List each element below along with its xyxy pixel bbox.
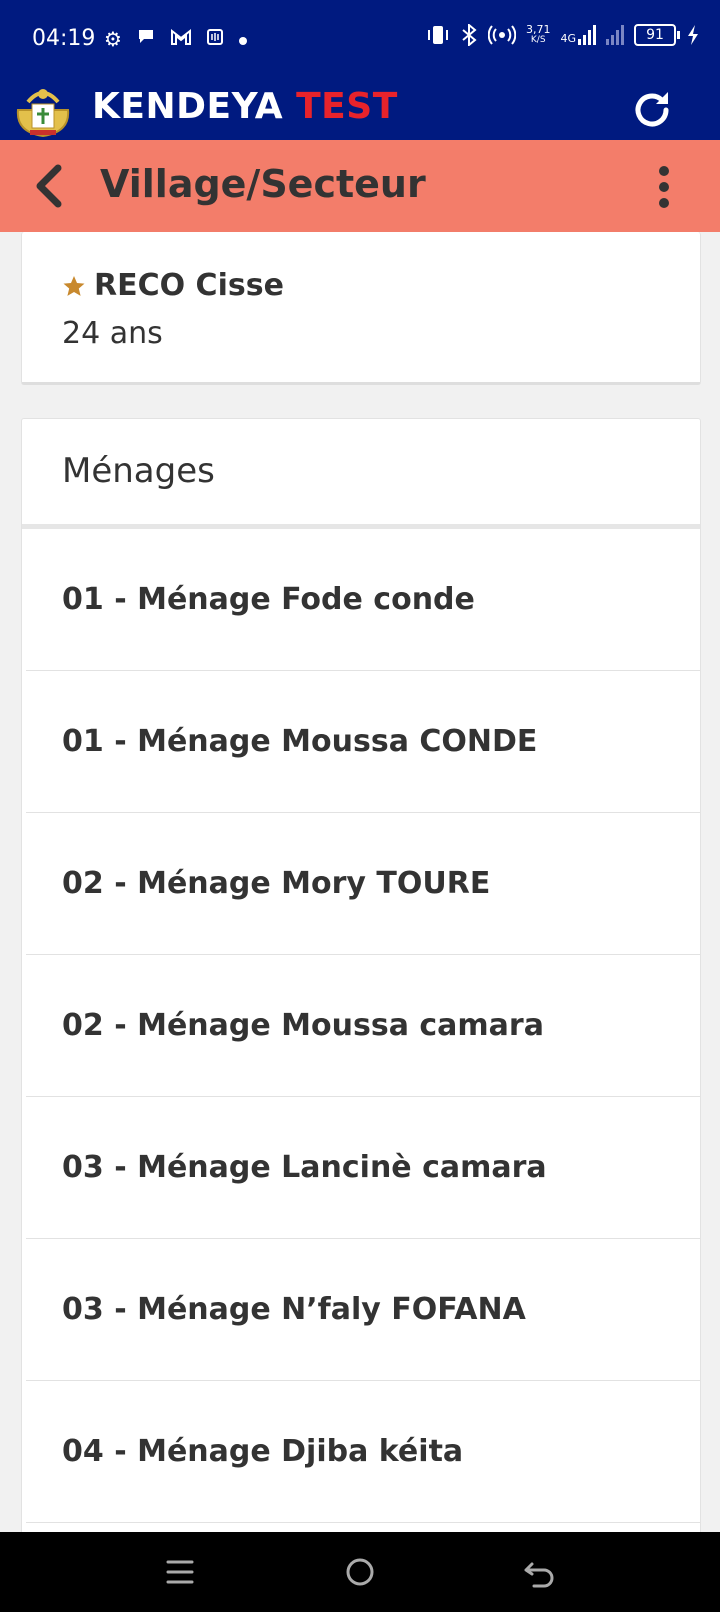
list-item[interactable]: 03 - Ménage N’faly FOFANA [26, 1239, 700, 1381]
page-title: Village/Secteur [100, 162, 426, 206]
brand-name: KENDEYA [92, 86, 284, 127]
refresh-icon[interactable] [628, 86, 676, 134]
charging-icon [688, 25, 698, 45]
reco-name-row: RECO Cisse [62, 268, 284, 303]
home-button[interactable] [340, 1554, 380, 1590]
brand-env: TEST [296, 86, 398, 127]
gmail-icon [170, 27, 192, 51]
coat-of-arms-logo [16, 89, 70, 138]
system-nav-bar [0, 1532, 720, 1612]
menages-header: Ménages [22, 419, 700, 529]
settings-icon: ⚙ [104, 26, 122, 51]
system-icons: 3,71 K/S 4G 91 [426, 24, 700, 46]
network-speed-unit: K/S [530, 35, 546, 45]
list-item[interactable]: 02 - Ménage Moussa camara [26, 955, 700, 1097]
status-bar: 04:19 ⚙ 3,71 K/S 4G 91 [0, 0, 720, 80]
list-item[interactable]: 04 - Ménage Djiba kéita [26, 1381, 700, 1523]
notification-icons: ⚙ [104, 26, 248, 51]
chat-icon [136, 26, 156, 51]
page-toolbar: Village/Secteur [0, 140, 720, 232]
app-header: KENDEYA TEST [0, 80, 720, 140]
app-brand: KENDEYA TEST [92, 86, 398, 127]
reco-name: RECO Cisse [94, 268, 284, 303]
nfc-icon [206, 27, 224, 51]
list-item[interactable]: 03 - Ménage Lancinè camara [26, 1097, 700, 1239]
list-item[interactable]: 02 - Ménage Mory TOURE [26, 813, 700, 955]
vibrate-icon [427, 26, 448, 44]
recent-apps-button[interactable] [160, 1554, 200, 1590]
signal-icon [578, 25, 596, 45]
mobile-signal: 4G [560, 25, 596, 45]
battery-icon: 91 [634, 24, 680, 46]
bluetooth-icon [462, 24, 477, 46]
reco-age: 24 ans [62, 316, 163, 351]
hotspot-icon [487, 25, 516, 45]
more-vertical-icon[interactable] [656, 166, 672, 208]
star-icon [63, 275, 85, 296]
network-speed: 3,71 K/S [526, 24, 551, 46]
list-item[interactable]: 01 - Ménage Moussa CONDE [26, 671, 700, 813]
network-speed-value: 3,71 [525, 23, 551, 36]
reco-card: RECO Cisse 24 ans [21, 232, 701, 385]
menages-card: Ménages 01 - Ménage Fode conde 01 - Ména… [21, 418, 701, 1540]
list-item[interactable]: 01 - Ménage Fode conde [26, 529, 700, 671]
back-nav-button[interactable] [520, 1554, 560, 1590]
signal-icon [606, 25, 624, 45]
battery-level: 91 [646, 27, 664, 43]
status-time: 04:19 [32, 26, 96, 51]
back-button[interactable] [28, 160, 76, 212]
network-type: 4G [560, 32, 576, 45]
notification-dot-icon [238, 27, 248, 51]
